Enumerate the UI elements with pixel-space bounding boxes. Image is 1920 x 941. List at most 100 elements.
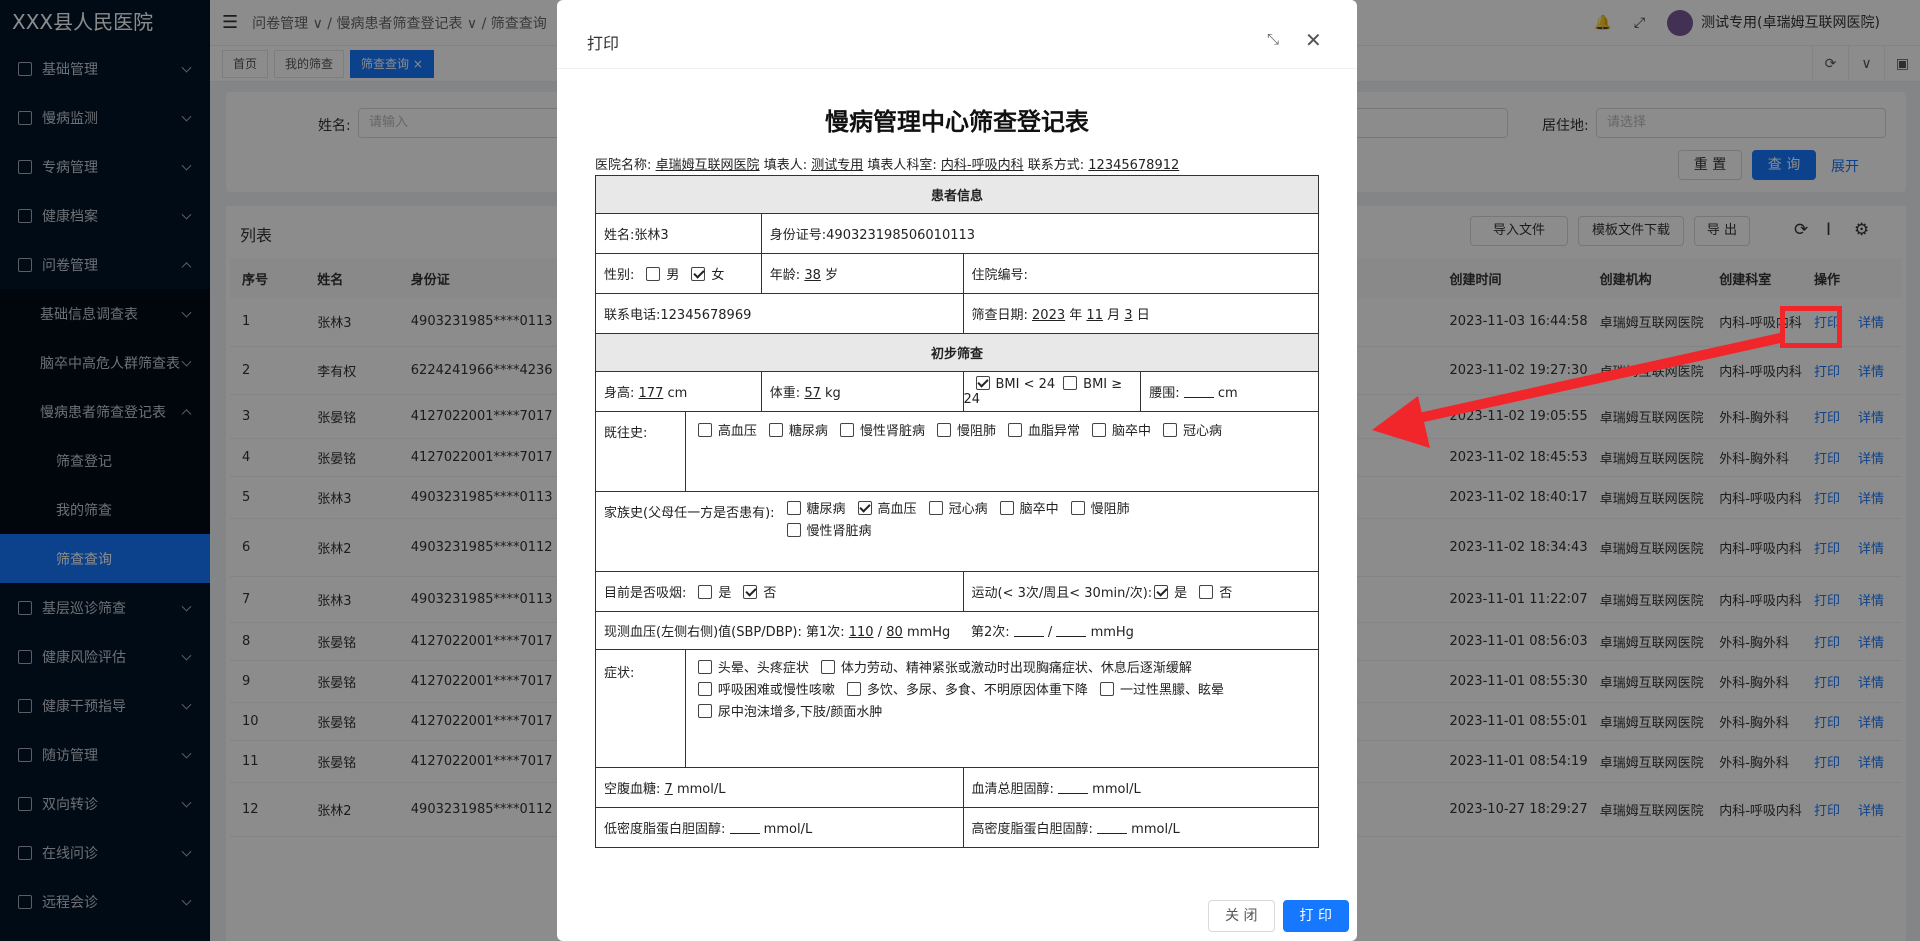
option-label: 慢性肾脏病 — [806, 524, 872, 539]
checkbox-male[interactable] — [646, 267, 661, 281]
smoke-yes: 是 — [718, 586, 732, 601]
option-label: 尿中泡沫增多,下肢/颜面水肿 — [717, 705, 883, 720]
option-checkbox[interactable] — [786, 501, 801, 515]
blood-pressure-cell: 现测血压(左侧右侧)值(SBP/DBP): 第1次: 110 / 80 mmHg… — [595, 611, 1319, 650]
date-year: 2023 — [1032, 308, 1066, 323]
male-label: 男 — [666, 268, 680, 283]
checkbox-exercise-no[interactable] — [1199, 585, 1214, 599]
dialog-footer: 关 闭 打 印 — [1208, 900, 1349, 932]
option-label: 冠心病 — [948, 502, 988, 517]
family-options: 糖尿病 高血压 冠心病 脑卒中 慢阻肺 慢性肾脏病 — [775, 499, 1195, 543]
waist-blank — [1183, 386, 1214, 398]
option-checkbox[interactable] — [1070, 501, 1085, 515]
smoking-cell: 目前是否吸烟: 是 否 — [595, 571, 964, 612]
hdl-cell: 高密度脂蛋白胆固醇: mmol/L — [962, 807, 1319, 848]
waist-label: 腰围: — [1149, 386, 1180, 401]
hdl-label: 高密度脂蛋白胆固醇: — [971, 822, 1093, 837]
form-info: 医院名称: 卓瑞姆互联网医院 填表人: 测试专用 填表人科室: 内科-呼吸内科 … — [595, 154, 1179, 173]
exercise-yes: 是 — [1174, 586, 1188, 601]
bp-second-label: 第2次: — [970, 625, 1010, 640]
date-label: 筛查日期: — [971, 308, 1028, 323]
weight-unit: kg — [825, 386, 841, 401]
checkbox-bmi-lt[interactable] — [975, 376, 990, 390]
option-checkbox[interactable] — [786, 523, 801, 537]
option-checkbox[interactable] — [839, 423, 854, 437]
option-label: 冠心病 — [1183, 424, 1223, 439]
hospital-value: 卓瑞姆互联网医院 — [655, 158, 760, 173]
age-label: 年龄: — [769, 268, 801, 283]
option-checkbox[interactable] — [697, 423, 712, 437]
patient-idcard: 身份证号:490323198506010113 — [760, 213, 1320, 254]
option-label: 体力劳动、精神紧张或激动时出现胸痛症状、休息后逐渐缓解 — [840, 661, 1192, 676]
date-month: 11 — [1086, 308, 1103, 323]
option-label: 头晕、头疼症状 — [717, 661, 809, 676]
filler-value: 测试专用 — [811, 158, 864, 173]
option-label: 脑卒中 — [1019, 502, 1059, 517]
patient-name: 姓名:张林3 — [595, 213, 762, 254]
checkbox-female[interactable] — [691, 267, 706, 281]
ldl-unit: mmol/L — [763, 822, 813, 837]
option-label: 高血压 — [877, 502, 917, 517]
bmi-cell: BMI < 24 BMI ≥ 24 — [962, 371, 1142, 412]
height-label: 身高: — [604, 386, 635, 401]
option-checkbox[interactable] — [1163, 423, 1177, 437]
family-history-cell: 家族史(父母任一方是否患有): 糖尿病 高血压 冠心病 脑卒中 慢阻肺 慢性肾脏病 — [595, 491, 1319, 572]
checkbox-bmi-ge[interactable] — [1063, 376, 1078, 390]
exercise-no: 否 — [1219, 586, 1233, 601]
close-button[interactable]: 关 闭 — [1208, 900, 1275, 932]
close-icon[interactable]: ✕ — [1305, 28, 1322, 52]
age-unit: 岁 — [825, 268, 839, 283]
female-label: 女 — [711, 268, 725, 283]
section-screening: 初步筛查 — [595, 333, 1319, 372]
divider — [557, 68, 1357, 69]
cholesterol-cell: 血清总胆固醇: mmol/L — [962, 767, 1319, 808]
option-label: 多饮、多尿、多食、不明原因体重下降 — [866, 683, 1088, 698]
ldl-cell: 低密度脂蛋白胆固醇: mmol/L — [595, 807, 964, 848]
option-checkbox[interactable] — [768, 423, 783, 437]
contact-value: 12345678912 — [1088, 158, 1180, 173]
history-label: 既往史: — [595, 411, 686, 492]
weight-cell: 体重: 57 kg — [760, 371, 964, 412]
dept-value: 内科-呼吸内科 — [940, 158, 1024, 173]
checkbox-smoke-yes[interactable] — [698, 585, 713, 599]
option-checkbox[interactable] — [1007, 423, 1022, 437]
weight-value: 57 — [804, 386, 821, 401]
checkbox-smoke-no[interactable] — [743, 585, 758, 599]
option-checkbox[interactable] — [697, 682, 712, 696]
bp-diastolic: 80 — [886, 625, 903, 640]
option-label: 糖尿病 — [806, 502, 846, 517]
option-checkbox[interactable] — [1099, 682, 1114, 696]
dept-label: 填表人科室: — [867, 158, 937, 173]
height-cell: 身高: 177 cm — [595, 371, 762, 412]
option-checkbox[interactable] — [999, 501, 1014, 515]
option-checkbox[interactable] — [936, 423, 951, 437]
weight-label: 体重: — [769, 386, 801, 401]
gender-cell: 性别: 男 女 — [595, 253, 762, 294]
chol-blank — [1058, 782, 1089, 794]
symptom-options: 头晕、头疼症状 体力劳动、精神紧张或激动时出现胸痛症状、休息后逐渐缓解 呼吸困难或慢… — [684, 649, 1320, 768]
inpatient-number: 住院编号: — [962, 253, 1319, 294]
screen-date-cell: 筛查日期: 2023 年 11 月 3 日 — [962, 293, 1319, 334]
patient-phone: 联系电话:12345678969 — [595, 293, 964, 334]
option-checkbox[interactable] — [928, 501, 943, 515]
maximize-icon[interactable]: ⤡ — [1267, 30, 1279, 48]
option-checkbox[interactable] — [846, 682, 861, 696]
ldl-label: 低密度脂蛋白胆固醇: — [604, 822, 726, 837]
print-button[interactable]: 打 印 — [1282, 900, 1349, 932]
option-checkbox[interactable] — [1091, 423, 1106, 437]
smoke-no: 否 — [763, 586, 777, 601]
glucose-unit: mmol/L — [676, 782, 726, 797]
exercise-cell: 运动(< 3次/周且< 30min/次): 是 否 — [962, 571, 1319, 612]
hospital-label: 医院名称: — [595, 158, 652, 173]
glucose-value: 7 — [664, 782, 673, 797]
option-checkbox[interactable] — [697, 660, 712, 674]
option-checkbox[interactable] — [697, 704, 712, 718]
print-dialog: 打印 ⤡ ✕ 慢病管理中心筛查登记表 医院名称: 卓瑞姆互联网医院 填表人: 测… — [557, 0, 1357, 941]
gender-label: 性别: — [604, 268, 635, 283]
option-checkbox[interactable] — [857, 501, 872, 515]
bmi-lt-label: BMI < 24 — [995, 377, 1056, 392]
option-label: 呼吸困难或慢性咳嗽 — [717, 683, 835, 698]
checkbox-exercise-yes[interactable] — [1154, 585, 1169, 599]
height-unit: cm — [667, 386, 688, 401]
option-checkbox[interactable] — [820, 660, 835, 674]
